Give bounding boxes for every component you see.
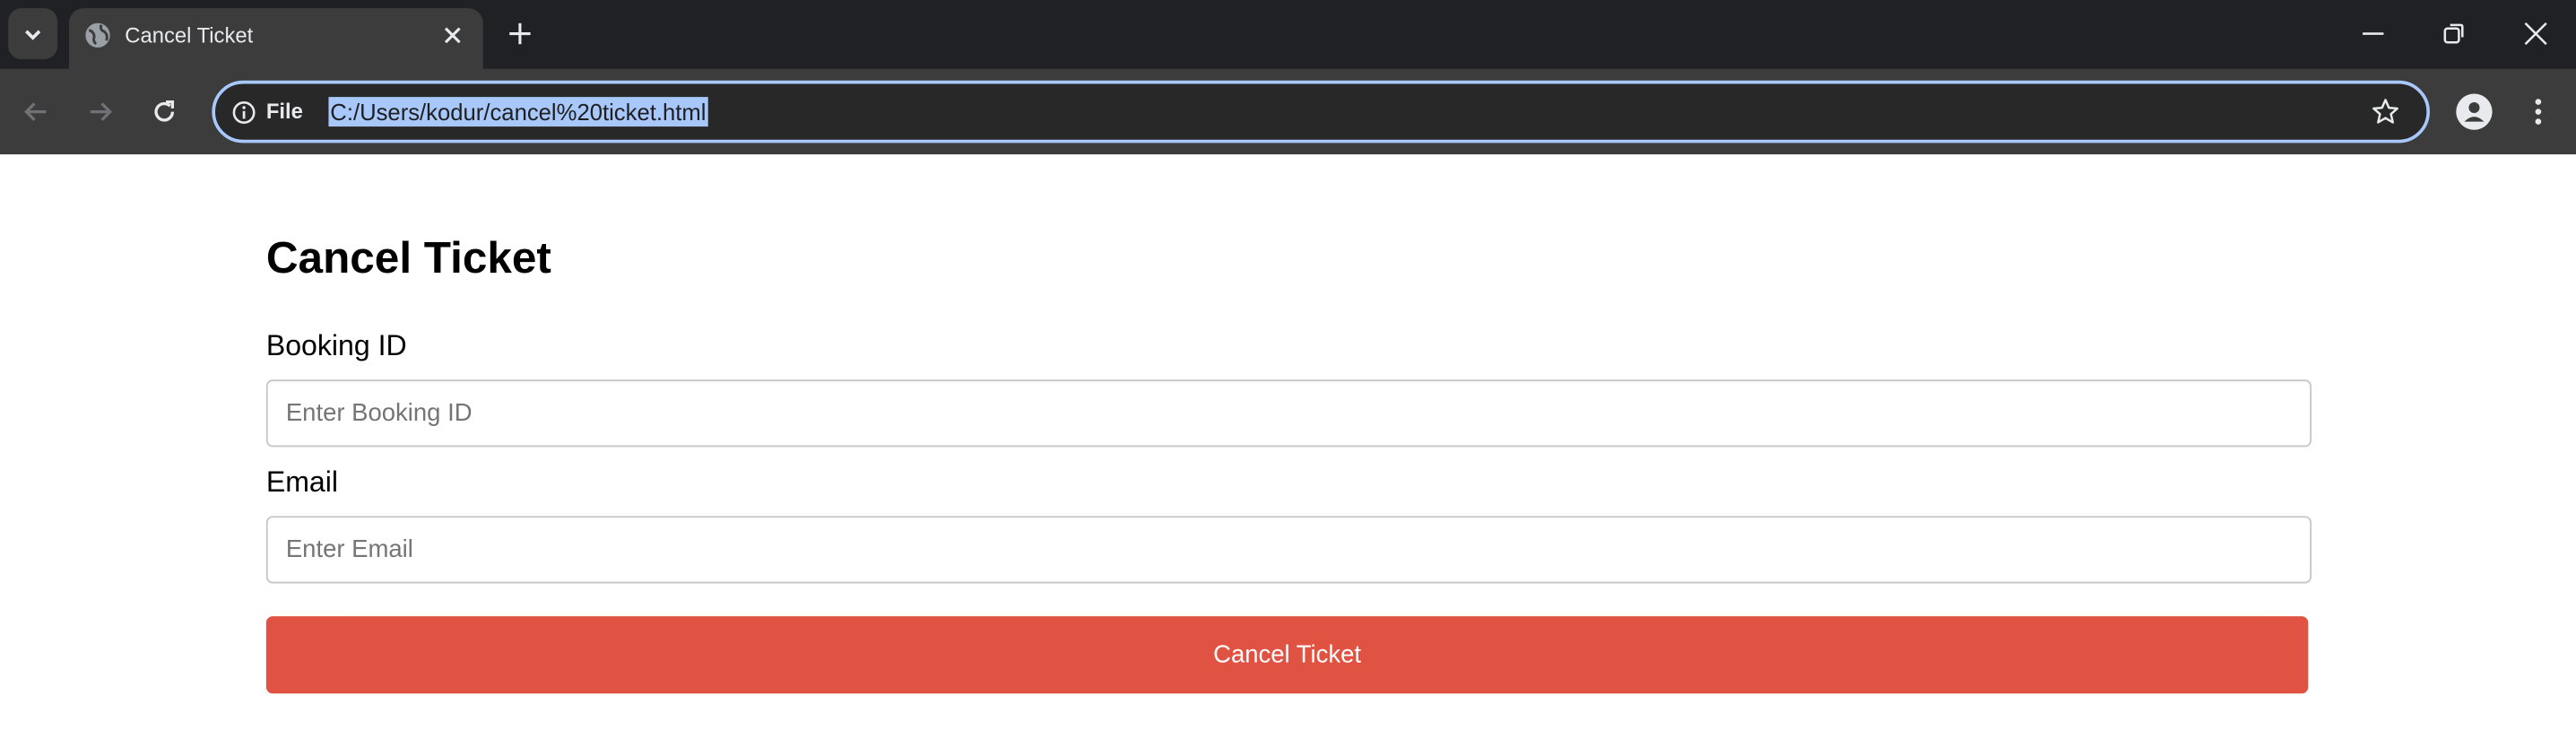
- globe-icon: [85, 22, 110, 48]
- close-window-icon[interactable]: [2522, 20, 2550, 48]
- address-bar[interactable]: File C:/Users/kodur/cancel%20ticket.html: [212, 80, 2430, 144]
- browser-toolbar: File C:/Users/kodur/cancel%20ticket.html: [0, 68, 2576, 155]
- back-arrow-icon[interactable]: [20, 95, 53, 128]
- forward-arrow-icon[interactable]: [83, 95, 117, 128]
- close-tab-icon[interactable]: [438, 22, 466, 49]
- minimize-icon[interactable]: [2359, 20, 2387, 48]
- chevron-down-icon: [25, 29, 41, 39]
- browser-tab[interactable]: Cancel Ticket: [68, 8, 483, 69]
- booking-id-label: Booking ID: [265, 328, 407, 362]
- booking-id-input[interactable]: [265, 379, 2312, 448]
- bookmark-star-icon[interactable]: [2371, 97, 2400, 126]
- tab-search-button[interactable]: [8, 8, 58, 59]
- email-input[interactable]: [265, 516, 2312, 584]
- more-menu-icon[interactable]: [2530, 95, 2546, 128]
- tab-strip: Cancel Ticket: [0, 0, 2576, 69]
- restore-icon[interactable]: [2440, 20, 2468, 48]
- new-tab-icon[interactable]: [506, 20, 533, 48]
- person-icon: [2464, 101, 2485, 122]
- page-content: Cancel Ticket Booking ID Email Cancel Ti…: [0, 154, 2576, 748]
- info-icon[interactable]: [231, 100, 256, 125]
- email-label: Email: [265, 465, 339, 499]
- url-text[interactable]: C:/Users/kodur/cancel%20ticket.html: [328, 97, 708, 127]
- page-title: Cancel Ticket: [265, 233, 551, 283]
- cancel-ticket-button[interactable]: Cancel Ticket: [265, 616, 2309, 694]
- profile-avatar-icon[interactable]: [2456, 93, 2493, 130]
- tab-title: Cancel Ticket: [125, 22, 254, 48]
- reload-icon[interactable]: [148, 95, 181, 128]
- screen: Cancel Ticket File C:/Users/kodur/cancel…: [0, 0, 2576, 748]
- scheme-chip-label: File: [265, 98, 303, 124]
